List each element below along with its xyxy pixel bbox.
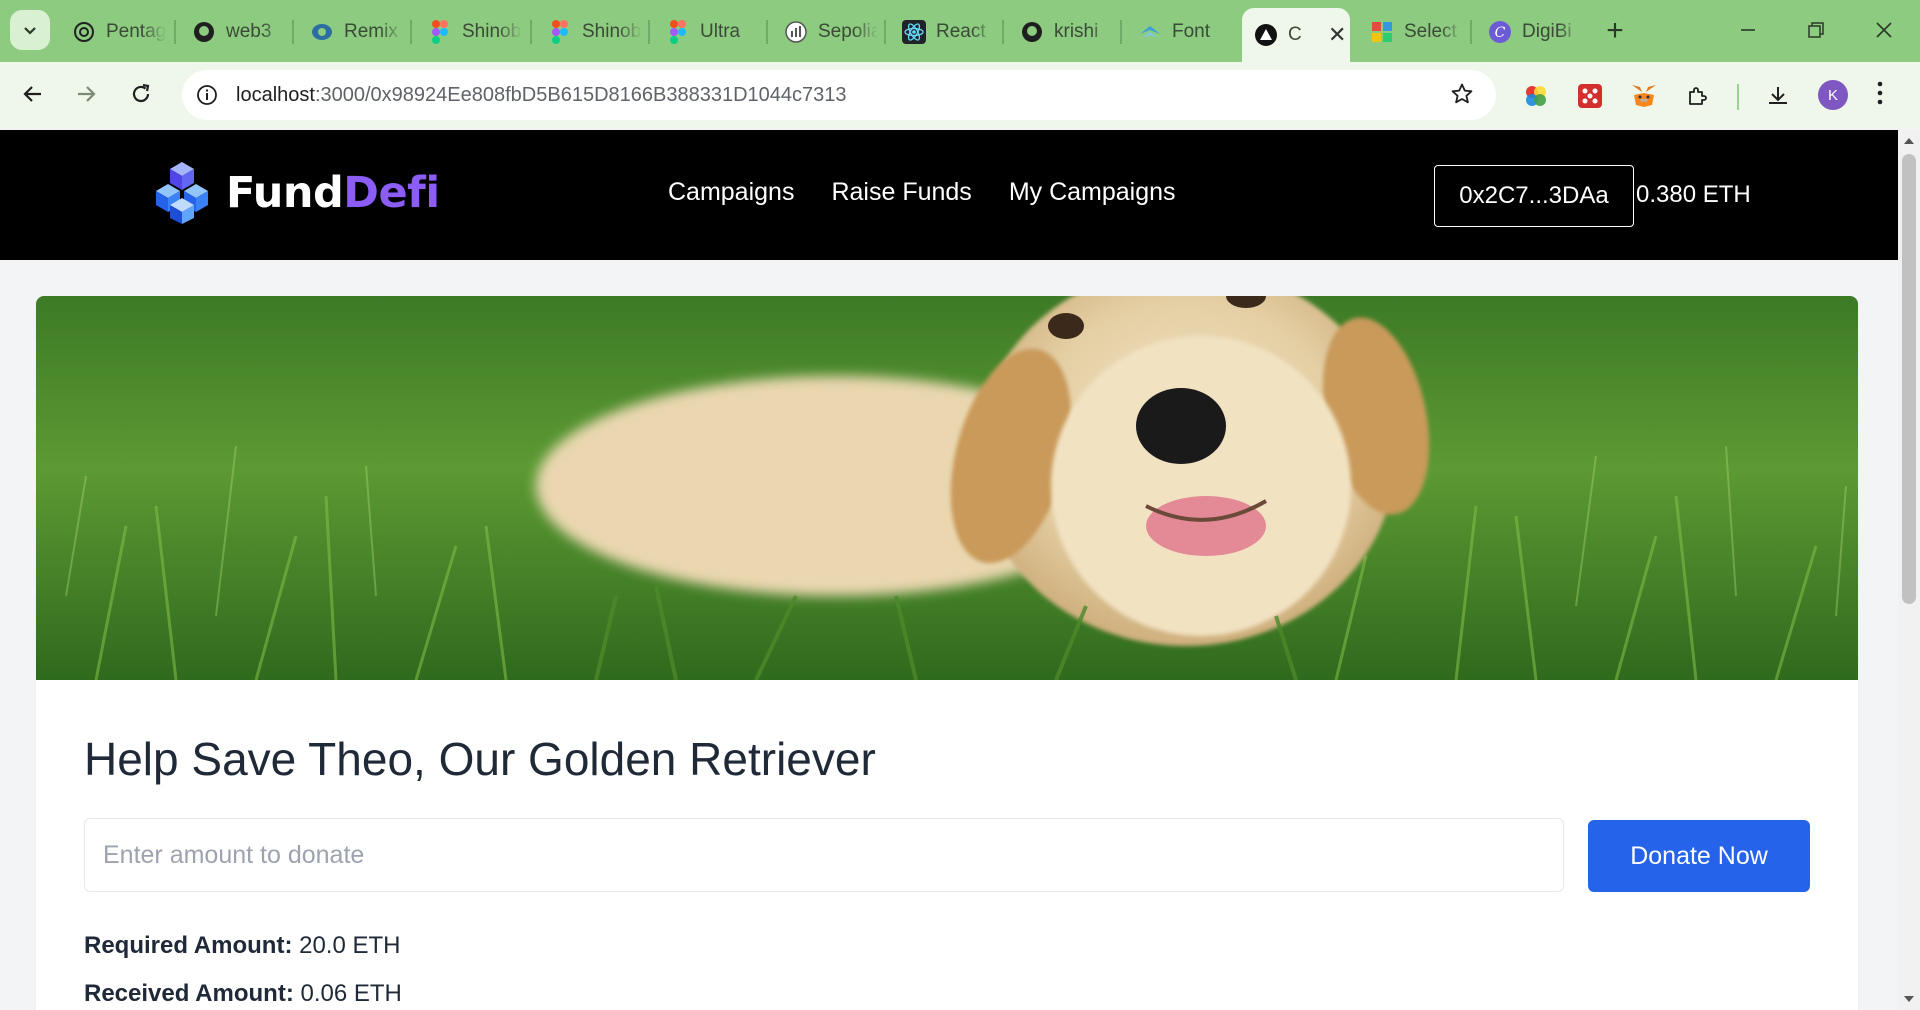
back-button[interactable] — [15, 76, 51, 112]
react-icon — [902, 20, 926, 44]
tab-title: web3 — [226, 21, 272, 42]
page-scrollbar[interactable] — [1898, 130, 1920, 1010]
dice-extension-icon[interactable] — [1574, 80, 1606, 112]
logo-text: FundDefi — [226, 168, 440, 218]
tab-shinobi-2[interactable]: Shinobi — [536, 10, 652, 54]
tab-digibi[interactable]: C DigiBi — [1476, 10, 1592, 54]
tab-react[interactable]: React — [890, 10, 1006, 54]
chevron-down-icon — [24, 27, 36, 35]
received-amount-value: 0.06 ETH — [293, 980, 402, 1007]
tab-shinobi-1[interactable]: Shinobi — [416, 10, 532, 54]
required-amount: Required Amount: 20.0 ETH — [84, 932, 400, 960]
reload-button[interactable] — [123, 76, 159, 112]
wallet-balance: 0.380 ETH — [1636, 181, 1751, 208]
wallet-address-button[interactable]: 0x2C7...3DAa — [1434, 165, 1634, 227]
address-bar[interactable]: localhost:3000/0x98924Ee808fbD5B615D8166… — [182, 70, 1496, 120]
nav-campaigns[interactable]: Campaigns — [668, 178, 794, 207]
scroll-up-icon[interactable] — [1903, 135, 1915, 147]
toolbar-divider — [1737, 84, 1739, 110]
site-header: FundDefi Campaigns Raise Funds My Campai… — [0, 130, 1898, 260]
minimize-button[interactable] — [1718, 12, 1778, 48]
tab-current[interactable]: C ✕ — [1242, 8, 1350, 62]
tab-title: Pentagram — [106, 21, 166, 42]
tab-title: Select — [1404, 21, 1457, 42]
scroll-thumb[interactable] — [1902, 154, 1916, 604]
scroll-down-icon[interactable] — [1903, 993, 1915, 1005]
arrow-right-icon — [78, 86, 96, 102]
github-icon — [192, 20, 216, 44]
tab-title: Shinobi — [462, 21, 522, 42]
url-text: localhost:3000/0x98924Ee808fbD5B615D8166… — [236, 83, 847, 106]
tab-remix[interactable]: Remix — [298, 10, 410, 54]
tab-title: Sepolia — [818, 21, 878, 42]
nav-my-campaigns[interactable]: My Campaigns — [1009, 178, 1176, 207]
minimize-icon — [1741, 29, 1755, 31]
profile-avatar[interactable]: K — [1818, 80, 1848, 110]
donate-now-button[interactable]: Donate Now — [1588, 820, 1810, 892]
close-icon — [1876, 22, 1892, 38]
close-window-button[interactable] — [1854, 12, 1914, 48]
tab-title: React — [936, 21, 986, 42]
site-logo[interactable]: FundDefi — [148, 160, 440, 226]
tab-title: Shinobi — [582, 21, 642, 42]
browser-tab-strip: Pentagram web3 Remix Shinobi Shinobi Ult… — [0, 0, 1920, 62]
tab-title: krishi — [1054, 21, 1099, 42]
new-tab-button[interactable]: + — [1600, 14, 1630, 48]
color-wheel-extension-icon[interactable] — [1520, 80, 1552, 112]
remix-icon — [310, 20, 334, 44]
tab-title: Ultra — [700, 21, 741, 42]
browser-toolbar: localhost:3000/0x98924Ee808fbD5B615D8166… — [0, 62, 1920, 128]
figma-icon — [666, 20, 690, 44]
menu-kebab-icon[interactable] — [1876, 78, 1884, 113]
tab-search-button[interactable] — [10, 10, 50, 50]
received-amount: Received Amount: 0.06 ETH — [84, 980, 402, 1008]
campaign-hero-image — [36, 296, 1858, 680]
tab-font[interactable]: Font — [1126, 10, 1242, 54]
tab-pentagram[interactable]: Pentagram — [60, 10, 175, 54]
restore-icon — [1808, 22, 1824, 38]
svg-text:C: C — [1495, 25, 1506, 41]
metamask-fox-icon[interactable] — [1628, 80, 1660, 112]
openai-icon — [72, 20, 96, 44]
figma-icon — [548, 20, 572, 44]
campaign-title: Help Save Theo, Our Golden Retriever — [84, 733, 876, 785]
color-icon — [1370, 20, 1394, 44]
tab-krishi[interactable]: krishi — [1008, 10, 1124, 54]
fontshare-icon — [1138, 20, 1162, 44]
github-icon — [1020, 20, 1044, 44]
required-amount-label: Required Amount: — [84, 932, 293, 959]
tab-select[interactable]: Select — [1358, 10, 1474, 54]
close-tab-icon[interactable]: ✕ — [1328, 22, 1346, 48]
figma-icon — [428, 20, 452, 44]
tab-title: DigiBi — [1522, 21, 1572, 42]
restore-button[interactable] — [1786, 12, 1846, 48]
download-icon[interactable] — [1762, 80, 1794, 112]
tab-title: Font — [1172, 21, 1211, 42]
forward-button[interactable] — [68, 76, 104, 112]
etherscan-icon — [784, 20, 808, 44]
tab-title: Remix — [344, 21, 398, 42]
tab-sepolia[interactable]: Sepolia — [772, 10, 888, 54]
required-amount-value: 20.0 ETH — [292, 932, 401, 959]
site-info-icon[interactable] — [182, 70, 232, 120]
donate-amount-input[interactable] — [84, 818, 1564, 892]
main-nav: Campaigns Raise Funds My Campaigns — [668, 178, 1213, 207]
nav-raise-funds[interactable]: Raise Funds — [831, 178, 971, 207]
tab-web3[interactable]: web3 — [180, 10, 292, 54]
cubes-logo-icon — [156, 162, 208, 224]
arrow-left-icon — [23, 86, 41, 102]
extensions-puzzle-icon[interactable] — [1682, 80, 1714, 112]
page-viewport: FundDefi Campaigns Raise Funds My Campai… — [0, 130, 1898, 1010]
tab-title: C — [1288, 24, 1302, 45]
received-amount-label: Received Amount: — [84, 980, 294, 1007]
campaign-card: Help Save Theo, Our Golden Retriever Don… — [36, 296, 1858, 1010]
canva-icon: C — [1488, 20, 1512, 44]
tab-ultra[interactable]: Ultra — [654, 10, 770, 54]
app-icon — [1254, 23, 1278, 47]
bookmark-star-icon[interactable] — [1450, 82, 1474, 111]
reload-icon — [132, 83, 150, 103]
